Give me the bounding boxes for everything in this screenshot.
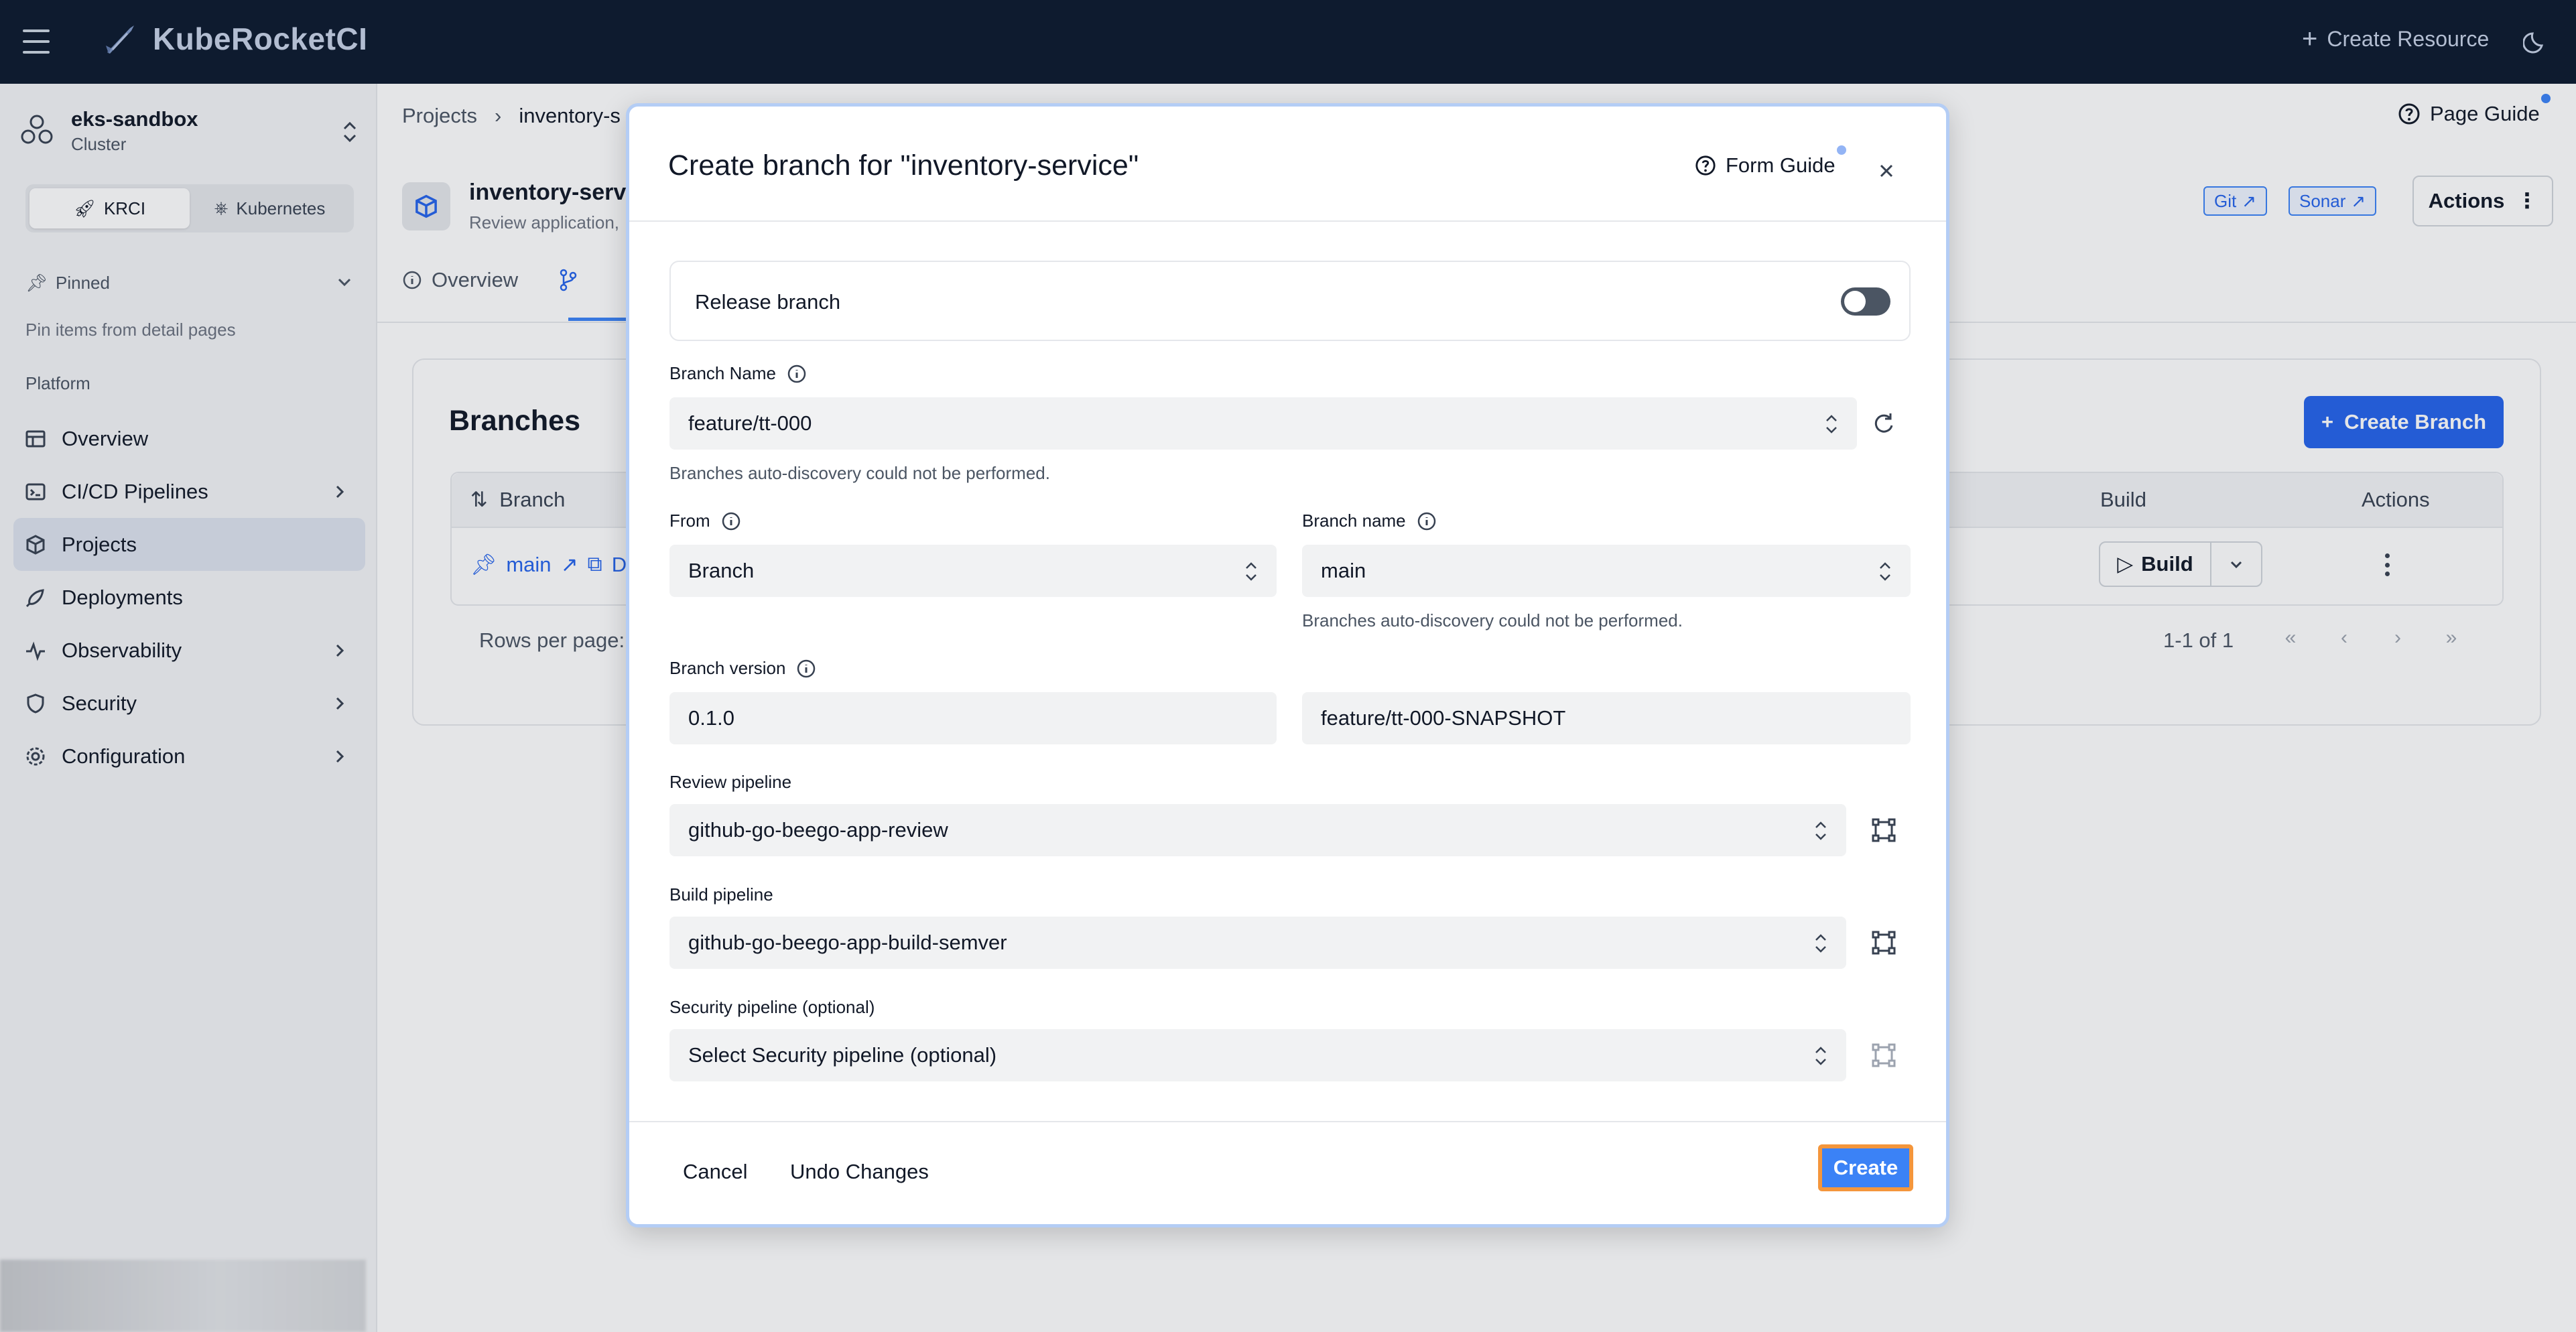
- version-suffix-input[interactable]: feature/tt-000-SNAPSHOT: [1302, 692, 1911, 744]
- source-branch-label: Branch name: [1302, 511, 1437, 531]
- from-label: From: [669, 511, 741, 531]
- security-pipeline-label: Security pipeline (optional): [669, 997, 875, 1017]
- chevron-up-down-icon: [1815, 934, 1826, 953]
- form-guide-dot: [1837, 145, 1846, 155]
- branch-version-label: Branch version: [669, 658, 816, 679]
- release-branch-label: Release branch: [695, 290, 841, 314]
- branch-name-label: Branch Name: [669, 363, 807, 384]
- branch-name-combobox[interactable]: feature/tt-000: [669, 397, 1857, 450]
- help-circle-icon: [1695, 155, 1716, 176]
- toggle-knob: [1844, 291, 1866, 312]
- dialog-header-divider: [629, 220, 1946, 222]
- release-branch-row: Release branch: [669, 261, 1911, 341]
- pipeline-diagram-icon: [1872, 1043, 1896, 1067]
- build-pipeline-label: Build pipeline: [669, 884, 773, 905]
- chevron-up-down-icon: [1815, 1047, 1826, 1065]
- info-icon[interactable]: [1417, 511, 1437, 531]
- close-icon[interactable]: [1874, 159, 1898, 183]
- source-branch-combobox[interactable]: main: [1302, 545, 1911, 597]
- info-icon[interactable]: [796, 659, 816, 679]
- branch-name-hint: Branches auto-discovery could not be per…: [669, 463, 1050, 483]
- create-branch-dialog: Create branch for "inventory-service" Fo…: [626, 103, 1949, 1227]
- review-pipeline-label: Review pipeline: [669, 772, 792, 792]
- form-guide-button[interactable]: Form Guide: [1695, 153, 1836, 178]
- from-select[interactable]: Branch: [669, 545, 1277, 597]
- create-button[interactable]: Create: [1818, 1144, 1913, 1191]
- refresh-icon[interactable]: [1870, 409, 1897, 436]
- chevron-up-down-icon: [1880, 562, 1890, 581]
- pipeline-diagram-icon[interactable]: [1870, 817, 1897, 844]
- chevron-up-down-icon: [1246, 562, 1257, 581]
- info-icon[interactable]: [787, 364, 807, 384]
- cancel-button[interactable]: Cancel: [683, 1160, 748, 1184]
- pipeline-diagram-icon[interactable]: [1870, 929, 1897, 956]
- undo-changes-button[interactable]: Undo Changes: [790, 1160, 929, 1184]
- chevron-up-down-icon: [1826, 415, 1837, 434]
- build-pipeline-select[interactable]: github-go-beego-app-build-semver: [669, 917, 1846, 969]
- review-pipeline-select[interactable]: github-go-beego-app-review: [669, 804, 1846, 856]
- dialog-footer-divider: [629, 1121, 1946, 1122]
- release-branch-toggle[interactable]: [1841, 287, 1890, 316]
- source-branch-hint: Branches auto-discovery could not be per…: [1302, 610, 1683, 630]
- security-pipeline-select[interactable]: Select Security pipeline (optional): [669, 1029, 1846, 1081]
- dialog-title: Create branch for "inventory-service": [668, 149, 1139, 182]
- info-icon[interactable]: [721, 511, 741, 531]
- chevron-up-down-icon: [1815, 821, 1826, 840]
- branch-version-input[interactable]: 0.1.0: [669, 692, 1277, 744]
